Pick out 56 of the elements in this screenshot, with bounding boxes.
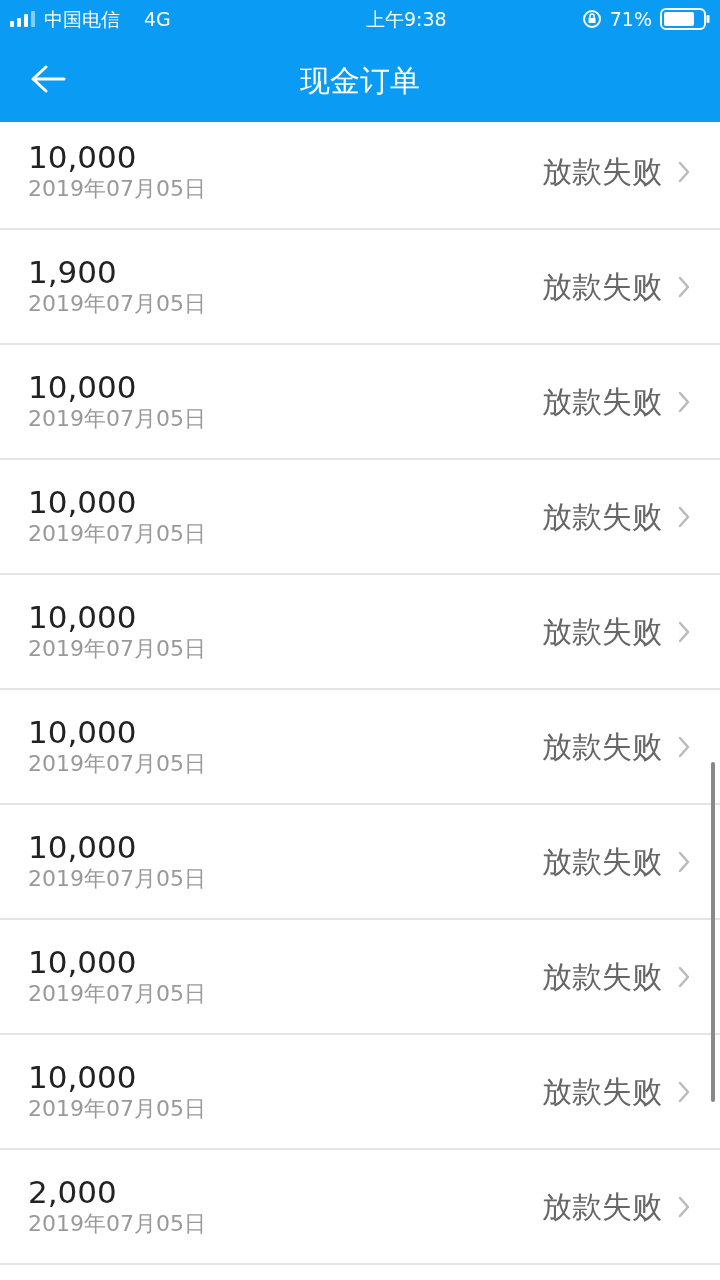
chevron-right-icon — [678, 275, 690, 298]
page-title: 现金订单 — [300, 61, 420, 100]
order-amount: 10,000 — [28, 600, 138, 637]
order-amount: 10,000 — [28, 830, 138, 867]
order-status: 放款失败 — [542, 958, 662, 996]
chevron-right-icon — [678, 965, 690, 988]
order-row[interactable]: 2,000 2019年07月05日 放款失败 — [0, 1150, 720, 1265]
chevron-right-icon — [678, 620, 690, 643]
order-status: 放款失败 — [542, 268, 662, 306]
order-amount: 10,000 — [28, 1060, 138, 1097]
order-date: 2019年07月05日 — [28, 1096, 206, 1123]
order-amount: 10,000 — [28, 370, 138, 407]
back-arrow-icon[interactable] — [30, 64, 66, 94]
order-status: 放款失败 — [542, 728, 662, 766]
order-row[interactable]: 10,000 2019年07月05日 放款失败 — [0, 690, 720, 805]
order-row[interactable]: 10,000 2019年07月05日 放款失败 — [0, 122, 720, 230]
rotation-lock-icon — [581, 9, 602, 29]
battery-icon — [660, 8, 710, 30]
order-date: 2019年07月05日 — [28, 981, 206, 1008]
order-date: 2019年07月05日 — [28, 751, 206, 778]
order-status: 放款失败 — [542, 153, 662, 191]
order-status: 放款失败 — [542, 498, 662, 536]
order-date: 2019年07月05日 — [28, 521, 206, 548]
order-status: 放款失败 — [542, 1188, 662, 1226]
order-date: 2019年07月05日 — [28, 866, 206, 893]
chevron-right-icon — [678, 160, 690, 183]
order-status: 放款失败 — [542, 843, 662, 881]
order-row[interactable]: 10,000 2019年07月05日 放款失败 — [0, 460, 720, 575]
signal-icon — [10, 11, 36, 27]
network-type: 4G — [144, 6, 171, 32]
order-amount: 10,000 — [28, 140, 138, 177]
order-status: 放款失败 — [542, 383, 662, 421]
order-amount: 10,000 — [28, 945, 138, 982]
order-date: 2019年07月05日 — [28, 406, 206, 433]
order-date: 2019年07月05日 — [28, 636, 206, 663]
order-amount: 2,000 — [28, 1175, 118, 1212]
order-status: 放款失败 — [542, 1073, 662, 1111]
chevron-right-icon — [678, 735, 690, 758]
battery-percent: 71% — [609, 6, 652, 32]
order-date: 2019年07月05日 — [28, 291, 206, 318]
chevron-right-icon — [678, 505, 690, 528]
order-row[interactable]: 10,000 2019年07月05日 放款失败 — [0, 345, 720, 460]
order-amount: 1,900 — [28, 255, 118, 292]
carrier-name: 中国电信 — [44, 6, 120, 32]
order-row[interactable]: 10,000 2019年07月05日 放款失败 — [0, 575, 720, 690]
order-date: 2019年07月05日 — [28, 176, 206, 203]
clock-time: 上午9:38 — [365, 6, 447, 32]
order-status: 放款失败 — [542, 613, 662, 651]
order-amount: 10,000 — [28, 485, 138, 522]
order-date: 2019年07月05日 — [28, 1211, 206, 1238]
chevron-right-icon — [678, 850, 690, 873]
chevron-right-icon — [678, 1080, 690, 1103]
chevron-right-icon — [678, 390, 690, 413]
chevron-right-icon — [678, 1195, 690, 1218]
order-amount: 10,000 — [28, 715, 138, 752]
order-row[interactable]: 1,900 2019年07月05日 放款失败 — [0, 230, 720, 345]
